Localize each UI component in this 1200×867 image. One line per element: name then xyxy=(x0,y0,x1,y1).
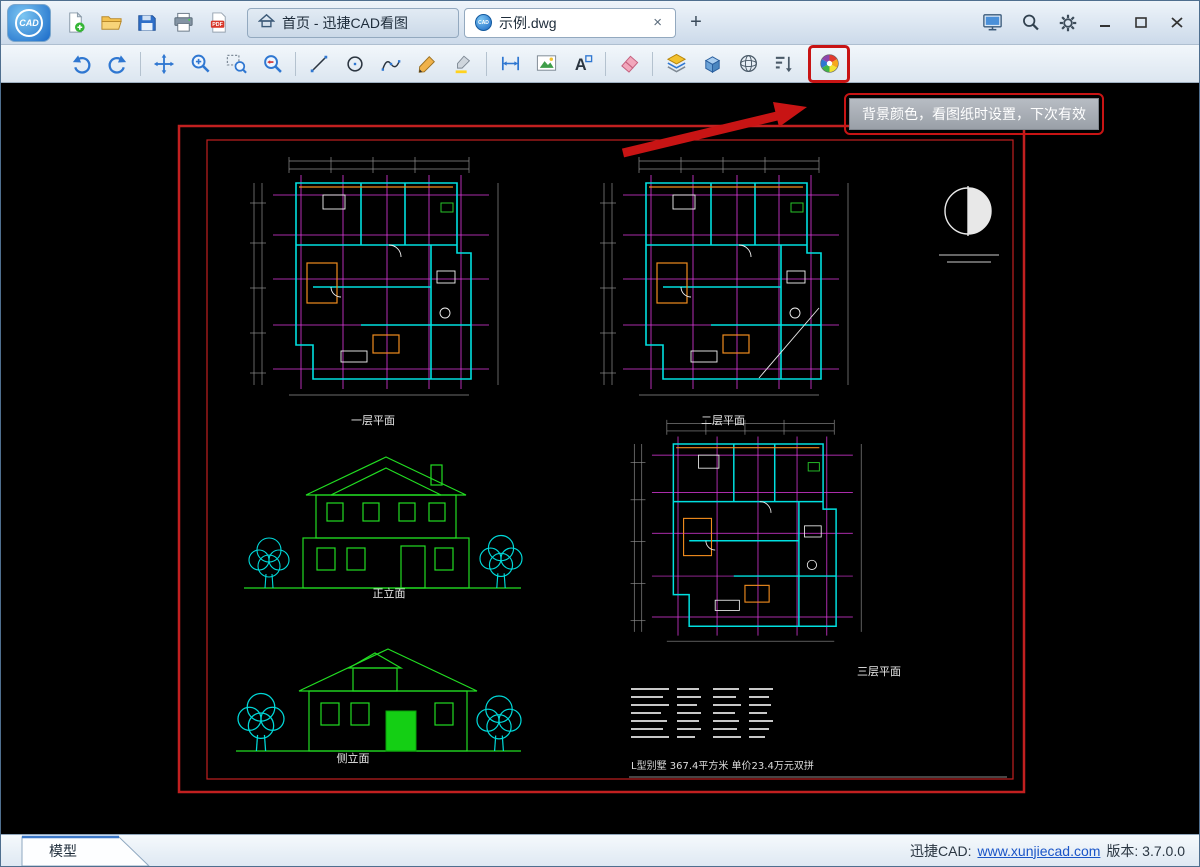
line-tool-icon[interactable] xyxy=(301,48,337,80)
print-icon[interactable] xyxy=(165,6,201,40)
drawing-canvas[interactable]: 一层平面 二层平面 三层平面 正立面 侧立面 L型别墅 367.4平方米 单价2… xyxy=(1,83,1199,834)
background-color-tooltip: 背景颜色，看图纸时设置，下次有效 xyxy=(849,98,1099,130)
tab-file[interactable]: CAD 示例.dwg × xyxy=(464,8,676,38)
search-zoom-icon[interactable] xyxy=(1013,7,1047,39)
wireframe-3d-icon[interactable] xyxy=(730,48,766,80)
tab-home[interactable]: 首页 - 迅捷CAD看图 xyxy=(247,8,459,38)
image-note-icon[interactable] xyxy=(528,48,564,80)
tab-home-label: 首页 - 迅捷CAD看图 xyxy=(282,13,408,33)
sort-tool-icon[interactable] xyxy=(766,48,802,80)
toolbar-separator xyxy=(140,52,141,76)
toolbar-separator xyxy=(652,52,653,76)
legend-table xyxy=(631,689,773,737)
model-tab-shape xyxy=(21,835,153,866)
zoom-in-icon[interactable] xyxy=(182,48,218,80)
tooltip-highlight-box: 背景颜色，看图纸时设置，下次有效 xyxy=(844,93,1104,135)
tab-file-label: 示例.dwg xyxy=(499,13,557,33)
floor-plan-second xyxy=(600,157,848,395)
save-icon[interactable] xyxy=(129,6,165,40)
circle-tool-icon[interactable] xyxy=(337,48,373,80)
toolbar-separator xyxy=(295,52,296,76)
tab-strip: 首页 - 迅捷CAD看图 CAD 示例.dwg × + xyxy=(247,8,711,38)
cad-drawing: 一层平面 二层平面 三层平面 正立面 侧立面 L型别墅 367.4平方米 单价2… xyxy=(1,83,1199,834)
close-button[interactable] xyxy=(1161,9,1193,37)
model-tab-label: 模型 xyxy=(49,841,77,861)
model-tab[interactable]: 模型 xyxy=(21,835,153,866)
tree xyxy=(477,696,521,751)
front-elevation xyxy=(244,457,521,588)
north-symbol xyxy=(939,186,999,262)
side-elevation-label: 侧立面 xyxy=(337,751,370,765)
floor-plan-first xyxy=(250,157,498,395)
home-icon xyxy=(258,13,275,32)
titlebar-right xyxy=(975,7,1199,39)
highlighter-tool-icon[interactable] xyxy=(445,48,481,80)
plan-first-label: 一层平面 xyxy=(351,414,395,427)
background-color-highlight-box xyxy=(808,45,850,83)
pan-icon[interactable] xyxy=(146,48,182,80)
measure-tool-icon[interactable] xyxy=(492,48,528,80)
svg-text:A: A xyxy=(574,56,586,74)
new-tab-button[interactable]: + xyxy=(681,9,711,37)
main-toolbar: A xyxy=(1,45,1199,83)
floor-plan-third xyxy=(631,420,862,641)
front-elevation-label: 正立面 xyxy=(373,586,406,600)
pdf-export-icon[interactable]: PDF xyxy=(201,6,237,40)
status-bar: 模型 迅捷CAD: www.xunjiecad.com 版本: 3.7.0.0 xyxy=(1,834,1199,866)
elevation-door xyxy=(386,711,416,751)
zoom-previous-icon[interactable] xyxy=(254,48,290,80)
plan-third-label: 三层平面 xyxy=(857,665,901,678)
app-logo: CAD xyxy=(7,4,51,42)
tree xyxy=(249,538,289,588)
toolbar-separator xyxy=(486,52,487,76)
pencil-tool-icon[interactable] xyxy=(409,48,445,80)
layers-tool-icon[interactable] xyxy=(658,48,694,80)
version-label: 版本: 3.7.0.0 xyxy=(1106,841,1185,861)
undo-icon[interactable] xyxy=(63,48,99,80)
tree xyxy=(480,536,522,589)
minimize-button[interactable] xyxy=(1089,9,1121,37)
toolbar-separator xyxy=(605,52,606,76)
website-link[interactable]: www.xunjiecad.com xyxy=(977,843,1100,859)
cad-file-icon: CAD xyxy=(475,14,492,31)
drawing-frame-inner xyxy=(207,140,1013,779)
statusbar-info: 迅捷CAD: www.xunjiecad.com 版本: 3.7.0.0 xyxy=(910,841,1199,861)
drawing-frame-outer xyxy=(179,126,1024,792)
text-note-icon[interactable]: A xyxy=(564,48,600,80)
brand-label: 迅捷CAD: xyxy=(910,841,971,861)
title-bar: CAD PDF 首页 - 迅捷CAD看图 CAD 示例.dw xyxy=(1,1,1199,45)
new-file-icon[interactable] xyxy=(57,6,93,40)
app-logo-text: CAD xyxy=(15,9,43,37)
annotation-arrow xyxy=(623,102,807,153)
zoom-window-icon[interactable] xyxy=(218,48,254,80)
tree xyxy=(238,694,284,752)
plan-second-label: 二层平面 xyxy=(701,414,745,427)
app-window: CAD PDF 首页 - 迅捷CAD看图 CAD 示例.dw xyxy=(0,0,1200,867)
eraser-tool-icon[interactable] xyxy=(611,48,647,80)
side-elevation xyxy=(236,649,521,751)
settings-gear-icon[interactable] xyxy=(1051,7,1085,39)
maximize-button[interactable] xyxy=(1125,9,1157,37)
redo-icon[interactable] xyxy=(99,48,135,80)
cube-3d-icon[interactable] xyxy=(694,48,730,80)
drawing-title-block: L型别墅 367.4平方米 单价23.4万元双拼 xyxy=(631,759,814,772)
polyline-tool-icon[interactable] xyxy=(373,48,409,80)
open-folder-icon[interactable] xyxy=(93,6,129,40)
background-color-icon[interactable] xyxy=(812,49,846,79)
tab-close-icon[interactable]: × xyxy=(650,15,665,30)
svg-text:PDF: PDF xyxy=(212,22,223,28)
monitor-icon[interactable] xyxy=(975,7,1009,39)
